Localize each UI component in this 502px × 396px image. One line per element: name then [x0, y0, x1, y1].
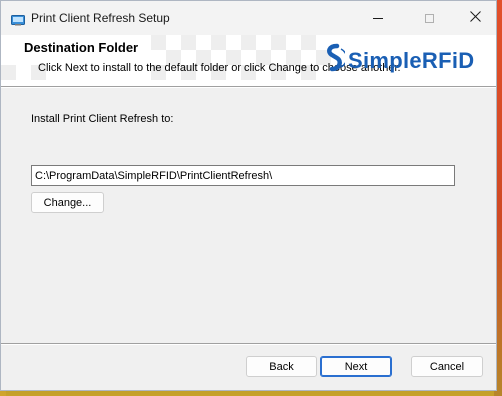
simplerfid-logo: SimpleRFiD — [323, 43, 474, 78]
minimize-icon — [373, 17, 383, 19]
simplerfid-logo-icon — [323, 43, 348, 78]
banner-divider — [1, 86, 496, 88]
maximize-button — [406, 1, 452, 35]
close-button[interactable] — [452, 1, 496, 35]
next-button[interactable]: Next — [320, 356, 392, 377]
footer-divider — [1, 343, 496, 345]
setup-window: Print Client Refresh Setup Destination F… — [0, 0, 497, 391]
minimize-button[interactable] — [355, 1, 401, 35]
title-bar[interactable]: Print Client Refresh Setup — [1, 1, 496, 35]
cancel-button[interactable]: Cancel — [411, 356, 483, 377]
close-icon — [469, 11, 481, 25]
maximize-icon — [424, 13, 434, 23]
installer-icon — [11, 13, 25, 26]
header-banner: Destination Folder Click Next to install… — [1, 35, 496, 86]
install-path-field[interactable] — [31, 165, 455, 186]
logo-text: SimpleRFiD — [348, 47, 475, 73]
change-button[interactable]: Change... — [31, 192, 104, 213]
install-location-label: Install Print Client Refresh to: — [31, 113, 174, 125]
back-button[interactable]: Back — [246, 356, 317, 377]
banner-title: Destination Folder — [24, 40, 139, 55]
window-title: Print Client Refresh Setup — [31, 11, 170, 25]
